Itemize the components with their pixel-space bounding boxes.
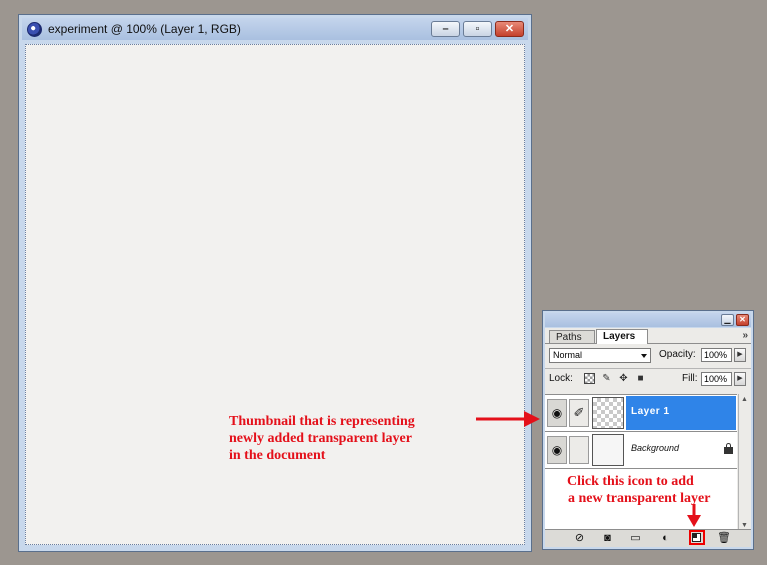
maximize-button[interactable]: ▫ [463,21,492,37]
panel-close-button[interactable]: ✕ [736,314,749,326]
lock-icon [724,443,733,454]
window-controls: – ▫ ✕ [431,21,524,37]
opacity-input[interactable]: 100% [701,348,732,362]
layer-mask-icon[interactable]: ◙ [601,532,614,544]
panel-menu-icon[interactable]: » [742,330,748,341]
annotation-line: newly added transparent layer [229,431,412,446]
minimize-button[interactable]: – [431,21,460,37]
thumbnail-annotation: Thumbnail that is representing newly add… [229,413,415,464]
layer-row-background[interactable]: ◉ Background [545,432,737,469]
tab-paths[interactable]: Paths [549,330,595,343]
panel-minimize-button[interactable]: ▁ [721,314,734,326]
visibility-eye-icon[interactable]: ◉ [547,399,567,427]
document-window: experiment @ 100% (Layer 1, RGB) – ▫ ✕ [18,14,532,552]
link-slot[interactable] [569,436,589,464]
blend-mode-value: Normal [553,350,583,360]
visibility-eye-icon[interactable]: ◉ [547,436,567,464]
paintbrush-icon[interactable]: ✐ [569,399,589,427]
layer-name: Background [631,443,680,453]
annotation-line: Click this icon to add [567,474,694,489]
divider [545,368,751,369]
scroll-down-icon[interactable]: ▼ [741,522,748,529]
panel-bottom-bar: ⊘ ◙ ▭ ◐ 🗑 [545,529,751,547]
close-button[interactable]: ✕ [495,21,524,37]
layers-list: ◉ ✐ Layer 1 ◉ Background [545,394,737,532]
panel-tabs: Paths Layers » [545,328,751,344]
lock-label: Lock: [549,373,573,384]
annotation-line: Thumbnail that is representing [229,414,415,429]
panel-body: Paths Layers » Normal Opacity: 100% ▶ Lo… [545,328,751,547]
scroll-up-icon[interactable]: ▲ [741,396,748,403]
opacity-slider-button[interactable]: ▶ [734,348,746,362]
tab-layers[interactable]: Layers [596,329,648,344]
panel-title-bar[interactable]: ▁ ✕ [545,313,751,327]
layers-panel: ▁ ✕ Paths Layers » Normal Opacity: 100% … [542,310,754,550]
trash-icon[interactable]: 🗑 [717,532,731,544]
fill-label: Fill: [682,373,698,384]
layer-style-icon[interactable]: ⊘ [573,532,586,544]
blend-mode-select[interactable]: Normal [549,348,651,363]
fill-input[interactable]: 100% [701,372,732,386]
annotation-arrow-down [687,504,701,527]
layer-set-folder-icon[interactable]: ▭ [629,532,642,544]
lock-position-move-icon[interactable]: ✥ [618,373,629,384]
lock-image-brush-icon[interactable]: ✎ [601,373,612,384]
lock-all-icon[interactable]: ■ [635,373,646,384]
panel-window-controls: ▁ ✕ [721,314,749,326]
layer-row-layer-1[interactable]: ◉ ✐ Layer 1 [545,395,737,432]
layer-thumbnail [592,397,624,429]
adjustment-layer-icon[interactable]: ◐ [659,532,672,544]
document-canvas[interactable] [25,44,525,545]
document-title-bar[interactable]: experiment @ 100% (Layer 1, RGB) – ▫ ✕ [22,18,528,40]
annotation-line: in the document [229,448,326,463]
layer-name: Layer 1 [631,406,670,417]
document-title: experiment @ 100% (Layer 1, RGB) [48,22,241,36]
click-annotation: Click this icon to add a new transparent… [567,473,710,507]
layer-thumbnail [592,434,624,466]
opacity-label: Opacity: [659,349,696,360]
annotation-arrow-right [476,411,540,427]
lock-transparency-icon[interactable] [584,373,595,384]
fill-slider-button[interactable]: ▶ [734,372,746,386]
new-layer-icon [692,533,701,542]
photoshop-app-icon [27,21,42,37]
chevron-down-icon [641,354,647,358]
layers-scrollbar[interactable]: ▲ ▼ [738,394,751,531]
